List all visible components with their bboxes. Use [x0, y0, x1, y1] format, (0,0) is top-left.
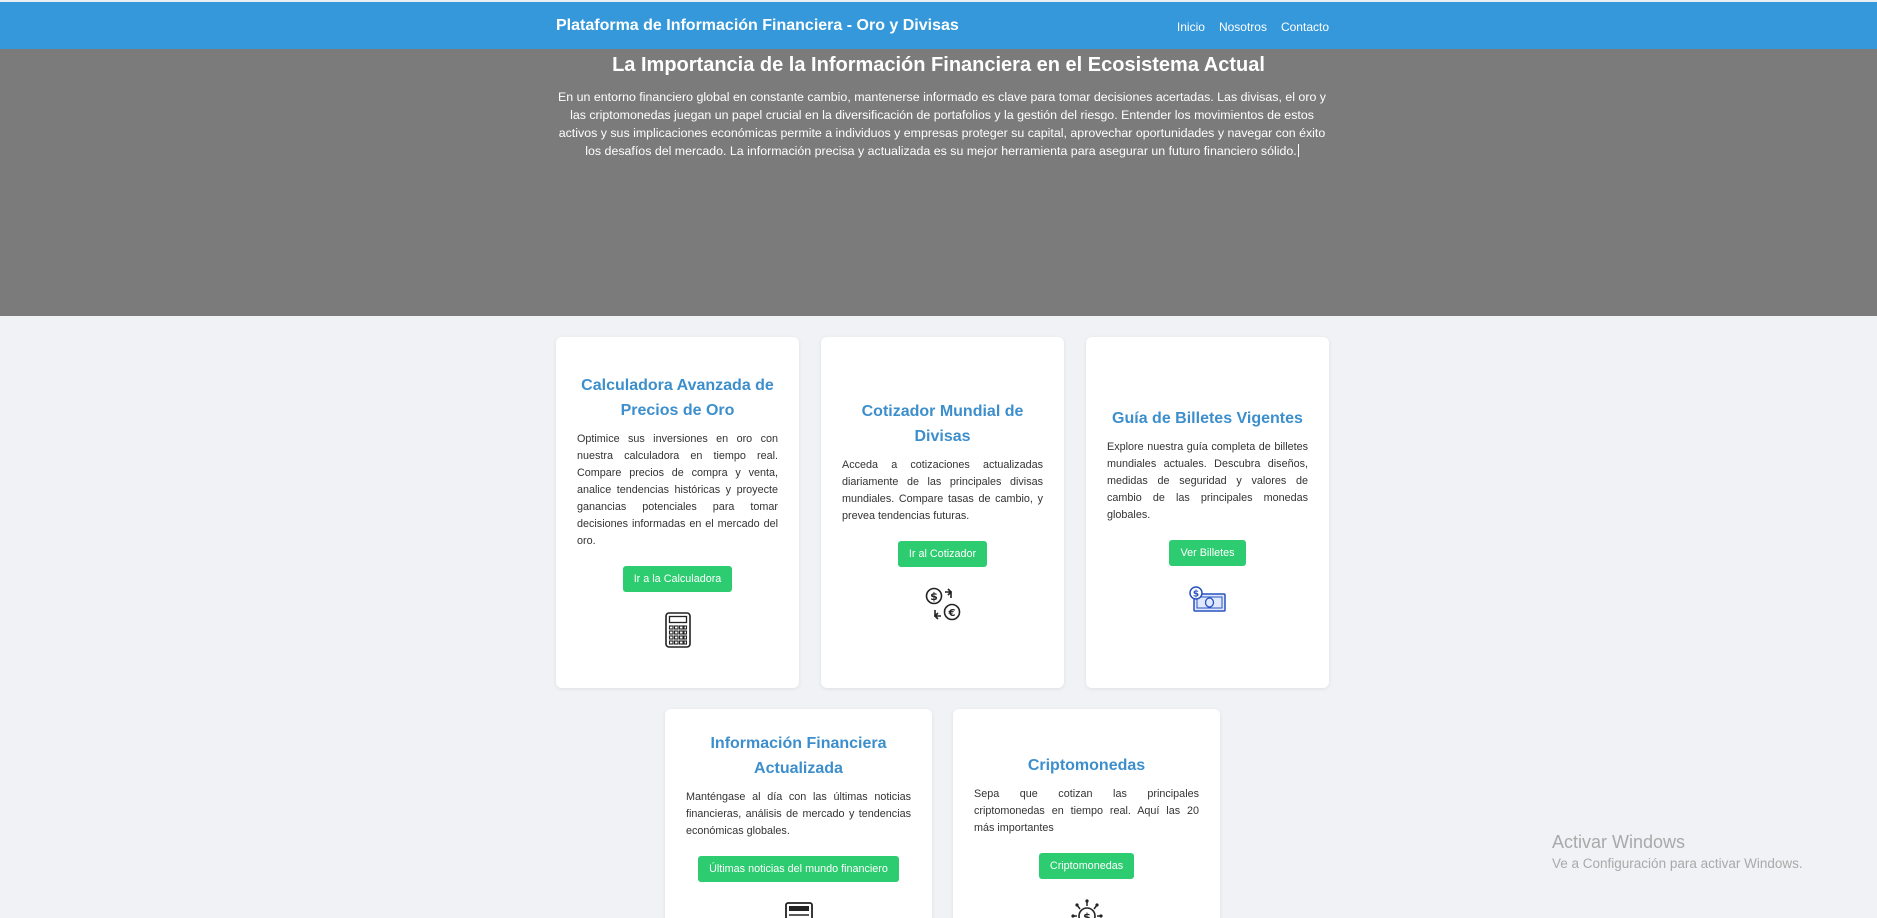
- view-banknotes-button[interactable]: Ver Billetes: [1169, 540, 1246, 566]
- svg-text:$: $: [930, 590, 938, 603]
- go-to-quoter-button[interactable]: Ir al Cotizador: [897, 541, 988, 567]
- card-description: Sepa que cotizan las principales criptom…: [974, 788, 1199, 834]
- calculator-icon: [664, 611, 691, 653]
- card-gold-calculator: Calculadora Avanzada de Precios de Oro O…: [556, 337, 799, 688]
- hero-paragraph: En un entorno financiero global en const…: [556, 88, 1328, 160]
- brand-title[interactable]: Plataforma de Información Financiera - O…: [556, 17, 959, 35]
- card-description: Optimice sus inversiones en oro con nues…: [577, 432, 778, 547]
- go-to-calculator-button[interactable]: Ir a la Calculadora: [622, 565, 733, 592]
- latest-news-button[interactable]: Últimas noticias del mundo financiero: [698, 856, 899, 882]
- card-banknotes-guide: Guía de Billetes Vigentes Explore nuestr…: [1086, 337, 1329, 688]
- card-currency-quoter: Cotizador Mundial de Divisas Acceda a co…: [821, 337, 1064, 688]
- crypto-coin-icon: $: [1070, 899, 1103, 918]
- card-cryptocurrencies: Criptomonedas Sepa que cotizan las princ…: [953, 709, 1220, 918]
- hero-title: La Importancia de la Información Financi…: [612, 54, 1265, 76]
- card-title: Cotizador Mundial de Divisas: [861, 403, 1024, 445]
- card-title: Guía de Billetes Vigentes: [1112, 410, 1303, 427]
- cryptocurrencies-button[interactable]: Criptomonedas: [1038, 853, 1135, 879]
- card-financial-news: Información Financiera Actualizada Manté…: [665, 709, 932, 918]
- nav-link-inicio[interactable]: Inicio: [1177, 20, 1205, 34]
- banknote-icon: $: [1188, 586, 1227, 619]
- text-caret: [1297, 144, 1299, 157]
- page: Plataforma de Información Financiera - O…: [0, 0, 1877, 918]
- svg-text:$: $: [1083, 911, 1091, 918]
- svg-text:€: €: [947, 608, 955, 619]
- currency-exchange-icon: $ €: [925, 587, 961, 626]
- watermark-subtitle: Ve a Configuración para activar Windows.: [1552, 856, 1803, 871]
- card-title: Información Financiera Actualizada: [710, 735, 887, 777]
- card-title: Calculadora Avanzada de Precios de Oro: [581, 376, 774, 419]
- newspaper-icon: [783, 902, 815, 918]
- hero-section: La Importancia de la Información Financi…: [0, 49, 1877, 316]
- card-description: Manténgase al día con las últimas notici…: [686, 791, 911, 837]
- windows-activation-watermark: Activar Windows Ve a Configuración para …: [1552, 832, 1803, 871]
- card-description: Acceda a cotizaciones actualizadas diari…: [842, 459, 1043, 522]
- card-description: Explore nuestra guía completa de billete…: [1107, 441, 1308, 521]
- card-title: Criptomonedas: [1027, 757, 1146, 774]
- svg-text:$: $: [1192, 590, 1198, 600]
- watermark-title: Activar Windows: [1552, 832, 1686, 852]
- nav-link-contacto[interactable]: Contacto: [1281, 20, 1329, 34]
- nav-link-nosotros[interactable]: Nosotros: [1219, 20, 1267, 34]
- nav-links: Inicio Nosotros Contacto: [1177, 20, 1329, 34]
- top-navbar: Plataforma de Información Financiera - O…: [0, 0, 1877, 49]
- hero-text: En un entorno financiero global en const…: [558, 90, 1326, 158]
